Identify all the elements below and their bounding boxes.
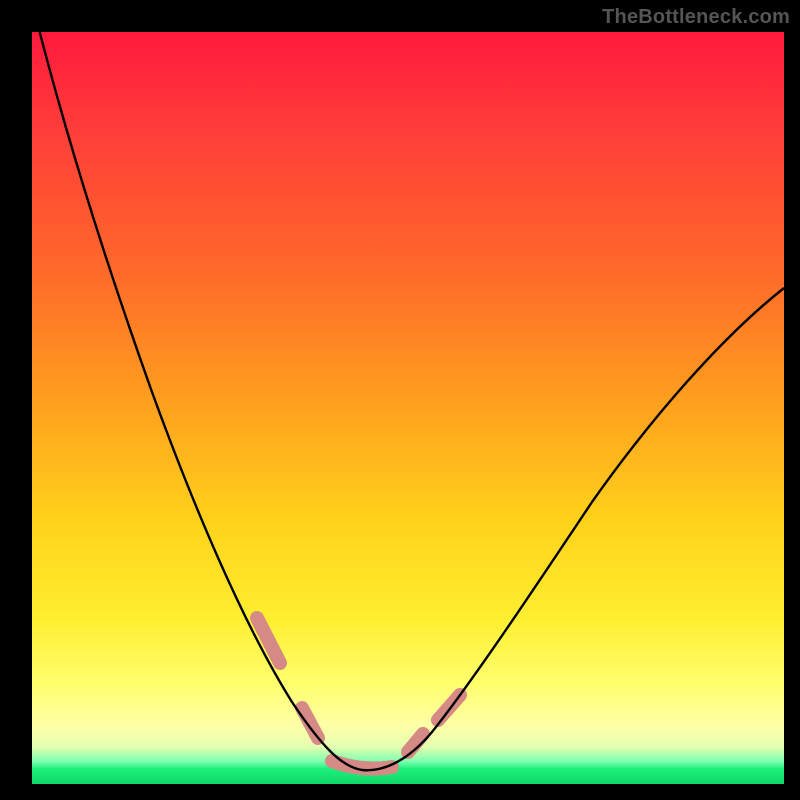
plot-area [32,32,784,784]
v-curve [32,2,784,770]
curve-layer [32,32,784,784]
chart-stage: TheBottleneck.com [0,0,800,800]
highlight-seg-1 [257,618,280,663]
watermark-text: TheBottleneck.com [602,6,790,29]
